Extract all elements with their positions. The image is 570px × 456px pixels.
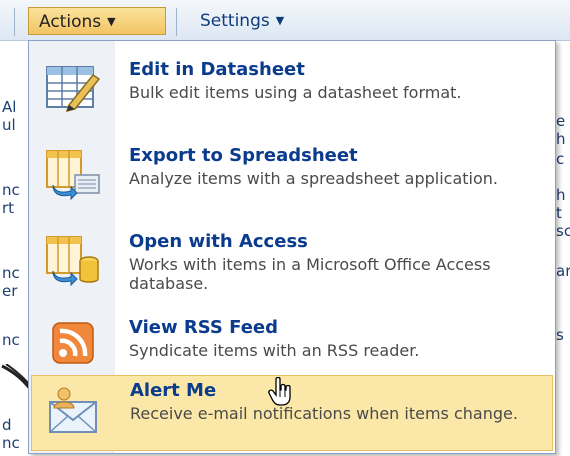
background-text: nc xyxy=(2,181,20,199)
menu-item-title: Export to Spreadsheet xyxy=(129,145,358,166)
toolbar-separator xyxy=(176,8,177,36)
menu-item-title: Open with Access xyxy=(129,231,308,252)
settings-menu-button[interactable]: Settings ▼ xyxy=(190,7,330,35)
actions-menu-button[interactable]: Actions ▼ xyxy=(28,7,166,35)
settings-label: Settings xyxy=(200,11,270,31)
menu-item-view-rss-feed[interactable]: View RSS Feed Syndicate items with an RS… xyxy=(31,311,553,377)
alert-envelope-icon xyxy=(49,387,97,433)
background-text: ul xyxy=(2,116,16,134)
background-text: er xyxy=(2,282,18,300)
background-text: sc xyxy=(556,222,570,240)
background-text: h xyxy=(556,186,566,204)
access-database-icon xyxy=(46,236,99,287)
background-text: c xyxy=(556,150,565,168)
background-text: nc xyxy=(2,434,20,452)
toolbar-separator xyxy=(14,8,15,36)
background-text: nc xyxy=(2,331,20,349)
chevron-down-icon: ▼ xyxy=(275,14,285,27)
spreadsheet-export-icon xyxy=(46,150,100,201)
rss-icon xyxy=(52,322,94,364)
menu-item-title: View RSS Feed xyxy=(129,317,279,338)
background-text: s xyxy=(556,326,564,344)
chevron-down-icon: ▼ xyxy=(107,15,116,28)
hand-cursor-icon xyxy=(268,377,291,406)
background-text: nc xyxy=(2,264,20,282)
menu-item-title: Edit in Datasheet xyxy=(129,59,305,80)
menu-item-export-to-spreadsheet[interactable]: Export to Spreadsheet Analyze items with… xyxy=(31,139,553,217)
background-text: h xyxy=(556,130,566,148)
menu-item-edit-in-datasheet[interactable]: Edit in Datasheet Bulk edit items using … xyxy=(31,53,553,131)
actions-label: Actions xyxy=(39,12,102,32)
background-text: Al xyxy=(2,98,17,116)
toolbar: Actions ▼ Settings ▼ xyxy=(0,0,570,41)
menu-item-description: Works with items in a Microsoft Office A… xyxy=(129,255,491,293)
menu-item-open-with-access[interactable]: Open with Access Works with items in a M… xyxy=(31,225,553,303)
background-text: d xyxy=(2,416,12,434)
menu-item-description: Bulk edit items using a datasheet format… xyxy=(129,83,462,102)
menu-item-description: Syndicate items with an RSS reader. xyxy=(129,341,420,360)
background-text: e xyxy=(556,112,566,130)
menu-item-title: Alert Me xyxy=(130,380,217,401)
background-text: rt xyxy=(2,199,15,217)
datasheet-icon xyxy=(46,66,101,113)
background-text: ar xyxy=(556,262,570,280)
menu-item-description: Receive e-mail notifications when items … xyxy=(130,404,518,423)
background-text: t xyxy=(556,204,562,222)
menu-item-description: Analyze items with a spreadsheet applica… xyxy=(129,169,499,188)
